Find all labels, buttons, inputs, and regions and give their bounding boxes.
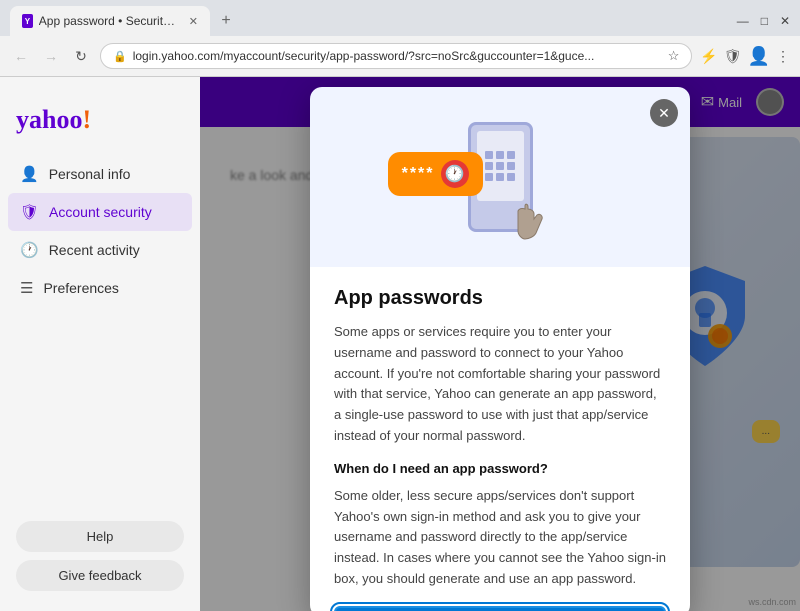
dot-7 [485,173,493,181]
dot-8 [496,173,504,181]
extensions-icon[interactable]: ⚡ [700,48,717,65]
main-content: Blessy ⠿ ✉ Mail ke a look and pick what'… [200,77,800,611]
window-controls: — □ ✕ [737,14,790,28]
tab-close-button[interactable]: ✕ [189,15,198,28]
close-icon: ✕ [658,105,670,122]
clock-nav-icon: 🕐 [20,241,39,259]
page-body: yahoo! 👤 Personal info 🛡 Account securit… [0,77,800,611]
sidebar-nav: 👤 Personal info 🛡 Account security 🕐 Rec… [0,155,200,307]
yahoo-logo-text: yahoo! [16,105,91,135]
phone-illustration: **** 🕐 [468,122,533,232]
sidebar-label-account-security: Account security [49,204,152,220]
list-nav-icon: ☰ [20,279,33,297]
minimize-button[interactable]: — [737,14,749,28]
sidebar-label-recent-activity: Recent activity [49,242,140,258]
profile-icon[interactable]: 👤 [748,46,770,67]
password-bubble: **** 🕐 [388,152,483,196]
browser-chrome: Y App password • Security • Yahoo... ✕ +… [0,0,800,77]
sidebar-item-recent-activity[interactable]: 🕐 Recent activity [8,231,192,269]
get-started-button[interactable]: Get started [334,606,666,611]
shield-nav-icon: 🛡 [20,203,39,221]
phone-dots [485,151,515,181]
maximize-button[interactable]: □ [761,14,768,28]
sidebar-item-account-security[interactable]: 🛡 Account security [8,193,192,231]
person-icon: 👤 [20,165,39,183]
back-button[interactable]: ← [10,46,32,66]
dot-2 [496,151,504,159]
close-button[interactable]: ✕ [780,14,790,28]
dot-4 [485,162,493,170]
new-tab-button[interactable]: + [214,9,238,33]
dot-6 [507,162,515,170]
clock-icon: 🕐 [441,160,469,188]
menu-icon[interactable]: ⋮ [776,48,790,65]
lock-icon: 🔒 [113,50,127,63]
address-bar[interactable]: 🔒 login.yahoo.com/myaccount/security/app… [100,43,692,69]
sidebar-label-preferences: Preferences [43,280,118,296]
modal-subtitle: When do I need an app password? [334,461,666,476]
sidebar: yahoo! 👤 Personal info 🛡 Account securit… [0,77,200,611]
sidebar-label-personal-info: Personal info [49,166,131,182]
dot-5 [496,162,504,170]
modal-dialog: ✕ [310,87,690,611]
browser-tab[interactable]: Y App password • Security • Yahoo... ✕ [10,6,210,36]
sidebar-item-personal-info[interactable]: 👤 Personal info [8,155,192,193]
dot-9 [507,173,515,181]
shield-icon[interactable]: 🛡 [724,48,742,65]
modal-overlay: ✕ [200,77,800,611]
modal-close-button[interactable]: ✕ [650,99,678,127]
address-bar-row: ← → ↻ 🔒 login.yahoo.com/myaccount/securi… [0,36,800,76]
phone-screen [477,131,524,201]
yahoo-logo: yahoo! [0,93,200,155]
help-button[interactable]: Help [16,521,184,552]
toolbar-icons: ⚡ 🛡 👤 ⋮ [700,46,790,67]
modal-description: Some apps or services require you to ent… [334,322,666,447]
bookmark-icon[interactable]: ☆ [668,48,680,64]
modal-illustration: **** 🕐 [310,87,690,267]
sidebar-item-preferences[interactable]: ☰ Preferences [8,269,192,307]
tab-favicon: Y [22,14,33,28]
url-text: login.yahoo.com/myaccount/security/app-p… [133,49,662,63]
forward-button[interactable]: → [40,46,62,66]
modal-detail: Some older, less secure apps/services do… [334,486,666,590]
sidebar-bottom: Help Give feedback [0,521,200,591]
tab-title: App password • Security • Yahoo... [39,14,179,28]
hand-icon [500,199,550,249]
dot-3 [507,151,515,159]
title-bar: Y App password • Security • Yahoo... ✕ +… [0,0,800,36]
modal-title: App passwords [334,287,666,310]
feedback-button[interactable]: Give feedback [16,560,184,591]
dot-1 [485,151,493,159]
stars-text: **** [402,165,435,183]
modal-body: App passwords Some apps or services requ… [310,267,690,611]
refresh-button[interactable]: ↻ [70,46,92,67]
